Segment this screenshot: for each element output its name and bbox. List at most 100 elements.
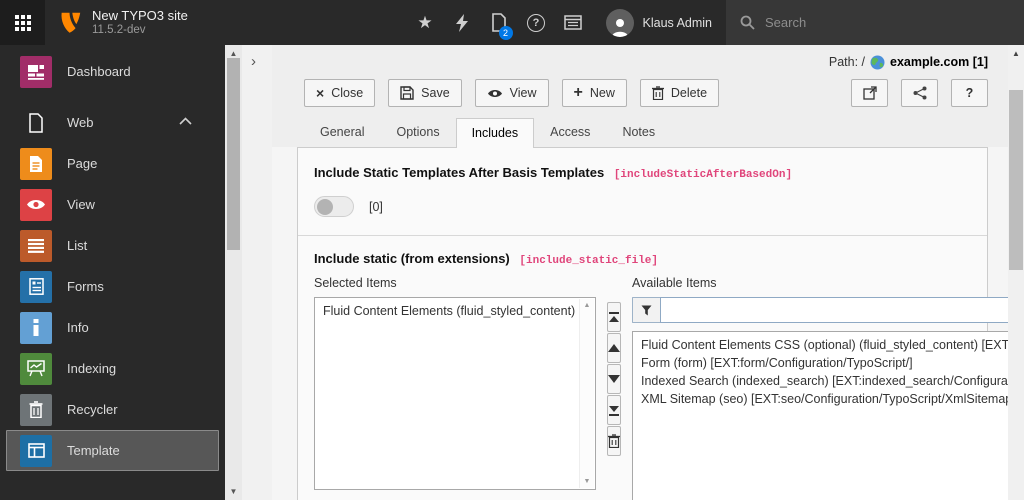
user-menu-button[interactable]: Klaus Admin — [592, 0, 726, 45]
info-icon — [20, 311, 52, 344]
remove-item-button[interactable] — [607, 426, 621, 456]
user-avatar — [605, 8, 634, 37]
question-mark-icon: ? — [965, 86, 974, 100]
sidebar-item-dashboard[interactable]: Dashboard — [6, 51, 219, 92]
move-to-top-button[interactable] — [607, 302, 621, 332]
include-static-toggle[interactable] — [314, 196, 354, 217]
web-icon — [20, 107, 52, 139]
field-code: [include_static_file] — [519, 255, 659, 267]
share-icon — [913, 86, 926, 100]
clear-cache-button[interactable] — [444, 0, 481, 45]
scroll-down-arrow-icon[interactable]: ▼ — [580, 478, 594, 485]
open-documents-count-badge: 2 — [498, 26, 513, 40]
navigation-collapse-strip: › — [242, 45, 272, 500]
search-icon — [740, 15, 755, 30]
trash-icon — [608, 434, 620, 448]
share-button[interactable] — [901, 79, 938, 107]
search-input[interactable] — [765, 15, 965, 30]
content-scrollbar-thumb[interactable] — [1009, 90, 1023, 270]
forms-icon — [20, 270, 52, 303]
sidebar-scrollbar[interactable]: ▲ ▼ — [225, 45, 242, 500]
scroll-down-arrow-icon[interactable]: ▼ — [225, 487, 242, 496]
field-label: Include Static Templates After Basis Tem… — [314, 165, 605, 180]
delete-button[interactable]: Delete — [639, 79, 720, 107]
sidebar-item-indexing[interactable]: Indexing — [6, 348, 219, 389]
module-menu-toggle-button[interactable] — [0, 0, 45, 45]
typo3-version: 11.5.2-dev — [92, 24, 146, 36]
trash-icon — [651, 86, 664, 100]
sidebar-item-label: Info — [67, 320, 89, 335]
sidebar-item-forms[interactable]: Forms — [6, 266, 219, 307]
tab-general[interactable]: General — [304, 117, 380, 147]
tab-includes[interactable]: Includes — [455, 118, 535, 148]
person-icon — [611, 18, 628, 37]
arrow-down-icon — [608, 375, 620, 383]
page-icon — [20, 147, 52, 180]
breadcrumb: Path: / example.com [1] — [297, 51, 988, 73]
topbar: New TYPO3 site 11.5.2-dev ★ 2 ? Klaus Ad… — [0, 0, 1024, 45]
sidebar-item-template[interactable]: Template — [6, 430, 219, 471]
trash-icon — [20, 393, 52, 426]
system-list-icon — [564, 15, 582, 30]
close-button-label: Close — [331, 86, 364, 100]
sidebar-item-web[interactable]: Web — [6, 102, 219, 143]
plus-icon: + — [573, 84, 583, 101]
delete-button-label: Delete — [670, 86, 708, 100]
available-items-filter — [632, 297, 1008, 323]
external-link-icon — [862, 86, 877, 100]
available-items-listbox[interactable]: Fluid Content Elements CSS (optional) (f… — [632, 331, 1008, 500]
view-button[interactable]: View — [474, 79, 549, 107]
available-item[interactable]: Fluid Content Elements CSS (optional) (f… — [641, 336, 1008, 354]
available-items-filter-input[interactable] — [660, 297, 1008, 323]
system-information-button[interactable] — [555, 0, 592, 45]
open-in-new-window-button[interactable] — [851, 79, 888, 107]
chevron-up-icon — [179, 117, 192, 125]
scroll-up-arrow-icon[interactable]: ▲ — [580, 302, 594, 309]
static-after-basedon-section: Include Static Templates After Basis Tem… — [298, 148, 987, 236]
save-button[interactable]: Save — [388, 79, 462, 107]
view-button-label: View — [509, 86, 537, 100]
site-brand[interactable]: New TYPO3 site 11.5.2-dev — [45, 0, 200, 45]
selected-items-scrollbar[interactable]: ▲ ▼ — [579, 299, 594, 488]
docheader-help-button[interactable]: ? — [951, 79, 988, 107]
bookmarks-button[interactable]: ★ — [407, 0, 444, 45]
docheader-left-buttons: × Close Save View + New Delete — [304, 79, 720, 107]
available-item[interactable]: Form (form) [EXT:form/Configuration/Typo… — [641, 354, 1008, 372]
field-code: [includeStaticAfterBasedOn] — [613, 169, 793, 181]
tab-notes[interactable]: Notes — [606, 117, 671, 147]
sidebar-item-label: Template — [67, 443, 120, 458]
selected-items-listbox[interactable]: Fluid Content Elements (fluid_styled_con… — [314, 297, 596, 490]
filter-button[interactable] — [632, 297, 660, 323]
docheader-buttons: × Close Save View + New Delete ? — [297, 73, 988, 115]
sidebar-item-page[interactable]: Page — [6, 143, 219, 184]
tab-options[interactable]: Options — [380, 117, 455, 147]
sidebar-item-recycler[interactable]: Recycler — [6, 389, 219, 430]
sidebar-scrollbar-thumb[interactable] — [227, 58, 240, 250]
save-button-label: Save — [421, 86, 450, 100]
move-down-button[interactable] — [607, 364, 621, 394]
close-button[interactable]: × Close — [304, 79, 376, 107]
sidebar-item-view[interactable]: View — [6, 184, 219, 225]
selected-item[interactable]: Fluid Content Elements (fluid_styled_con… — [323, 302, 575, 320]
move-to-bottom-icon — [609, 405, 619, 416]
globe-icon — [870, 55, 885, 69]
tab-access[interactable]: Access — [534, 117, 606, 147]
sidebar-item-info[interactable]: Info — [6, 307, 219, 348]
move-to-bottom-button[interactable] — [607, 395, 621, 425]
available-item[interactable]: Indexed Search (indexed_search) [EXT:ind… — [641, 372, 1008, 390]
sidebar-item-list[interactable]: List — [6, 225, 219, 266]
open-documents-button[interactable]: 2 — [481, 0, 518, 45]
site-title-block: New TYPO3 site 11.5.2-dev — [92, 8, 188, 37]
site-title: New TYPO3 site — [92, 8, 188, 23]
expand-pagetree-button[interactable]: › — [251, 53, 256, 70]
typo3-logo-icon — [61, 12, 81, 33]
eye-icon — [487, 89, 502, 97]
scroll-up-arrow-icon[interactable]: ▲ — [1008, 49, 1024, 58]
content-scrollbar[interactable]: ▲ — [1008, 45, 1024, 500]
move-up-button[interactable] — [607, 333, 621, 363]
new-button[interactable]: + New — [561, 79, 627, 107]
scroll-up-arrow-icon[interactable]: ▲ — [225, 49, 242, 58]
help-menu-button[interactable]: ? — [518, 0, 555, 45]
item-move-controls — [607, 302, 621, 500]
available-item[interactable]: XML Sitemap (seo) [EXT:seo/Configuration… — [641, 390, 1008, 408]
